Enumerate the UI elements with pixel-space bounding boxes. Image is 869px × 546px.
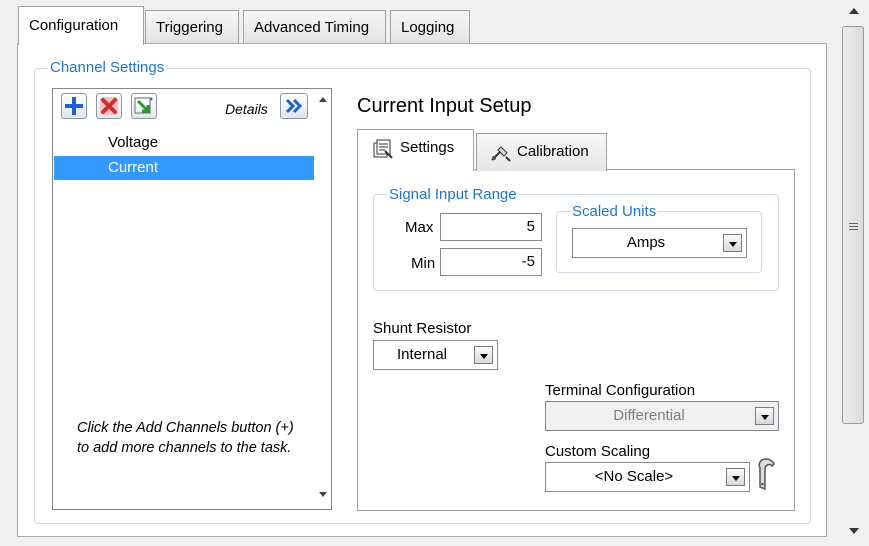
shunt-resistor-dropdown[interactable]: Internal	[373, 340, 498, 370]
chevron-down-icon[interactable]	[723, 234, 742, 252]
add-channels-hint: Click the Add Channels button (+) to add…	[77, 420, 294, 456]
terminal-configuration-value: Differential	[613, 407, 685, 424]
calibration-icon	[491, 146, 511, 162]
custom-scaling-value: <No Scale>	[594, 468, 674, 485]
scaled-units-dropdown[interactable]: Amps	[572, 228, 747, 258]
details-label: Details	[225, 101, 268, 117]
terminal-configuration-label: Terminal Configuration	[545, 382, 696, 399]
chevron-down-icon[interactable]	[726, 468, 745, 486]
min-input[interactable]: -5	[440, 248, 542, 276]
min-label: Min	[411, 255, 436, 272]
tab-triggering[interactable]: Triggering	[145, 10, 239, 43]
scroll-up-icon[interactable]	[849, 8, 859, 14]
scaled-units-title: Scaled Units	[570, 203, 659, 221]
setup-title: Current Input Setup	[357, 95, 532, 117]
tab-settings-label: Settings	[400, 139, 455, 156]
channel-list-scrollbar[interactable]	[314, 89, 331, 509]
scroll-down-icon[interactable]	[849, 528, 859, 534]
chevron-down-icon[interactable]	[474, 346, 493, 364]
window-scrollbar[interactable]	[840, 0, 866, 546]
channel-item-current[interactable]: Current	[54, 156, 316, 180]
max-input[interactable]: 5	[440, 213, 542, 241]
remove-channel-button[interactable]	[96, 93, 122, 119]
delete-x-icon	[100, 97, 118, 115]
channel-settings-title: Channel Settings	[48, 59, 167, 77]
plus-icon	[65, 97, 83, 115]
scroll-down-icon[interactable]	[319, 492, 327, 497]
tab-calibration[interactable]: Calibration	[476, 133, 607, 171]
rename-channel-button[interactable]	[131, 93, 157, 119]
grip-icon	[849, 223, 858, 230]
double-chevron-right-icon	[285, 98, 303, 114]
tab-settings[interactable]: Settings	[357, 129, 474, 171]
channel-item-voltage[interactable]: Voltage	[54, 131, 316, 155]
signal-input-range-title: Signal Input Range	[387, 186, 519, 204]
details-toggle-button[interactable]	[280, 93, 308, 119]
wrench-icon[interactable]	[752, 457, 780, 491]
add-channel-button[interactable]	[61, 93, 87, 119]
tab-advanced-timing[interactable]: Advanced Timing	[243, 10, 386, 43]
scroll-up-icon[interactable]	[319, 97, 327, 102]
chevron-down-icon[interactable]	[755, 407, 774, 425]
tab-calibration-label: Calibration	[517, 143, 589, 160]
move-channel-icon	[134, 97, 153, 114]
shunt-resistor-label: Shunt Resistor	[373, 320, 472, 337]
shunt-resistor-value: Internal	[396, 346, 448, 363]
scrollbar-thumb[interactable]	[842, 26, 864, 424]
settings-icon	[373, 139, 393, 159]
terminal-configuration-dropdown[interactable]: Differential	[545, 401, 779, 431]
max-label: Max	[405, 219, 434, 236]
tab-configuration[interactable]: Configuration	[18, 6, 144, 45]
custom-scaling-dropdown[interactable]: <No Scale>	[545, 462, 750, 492]
custom-scaling-label: Custom Scaling	[545, 443, 651, 460]
tab-logging[interactable]: Logging	[390, 10, 470, 43]
scaled-units-value: Amps	[626, 234, 666, 251]
